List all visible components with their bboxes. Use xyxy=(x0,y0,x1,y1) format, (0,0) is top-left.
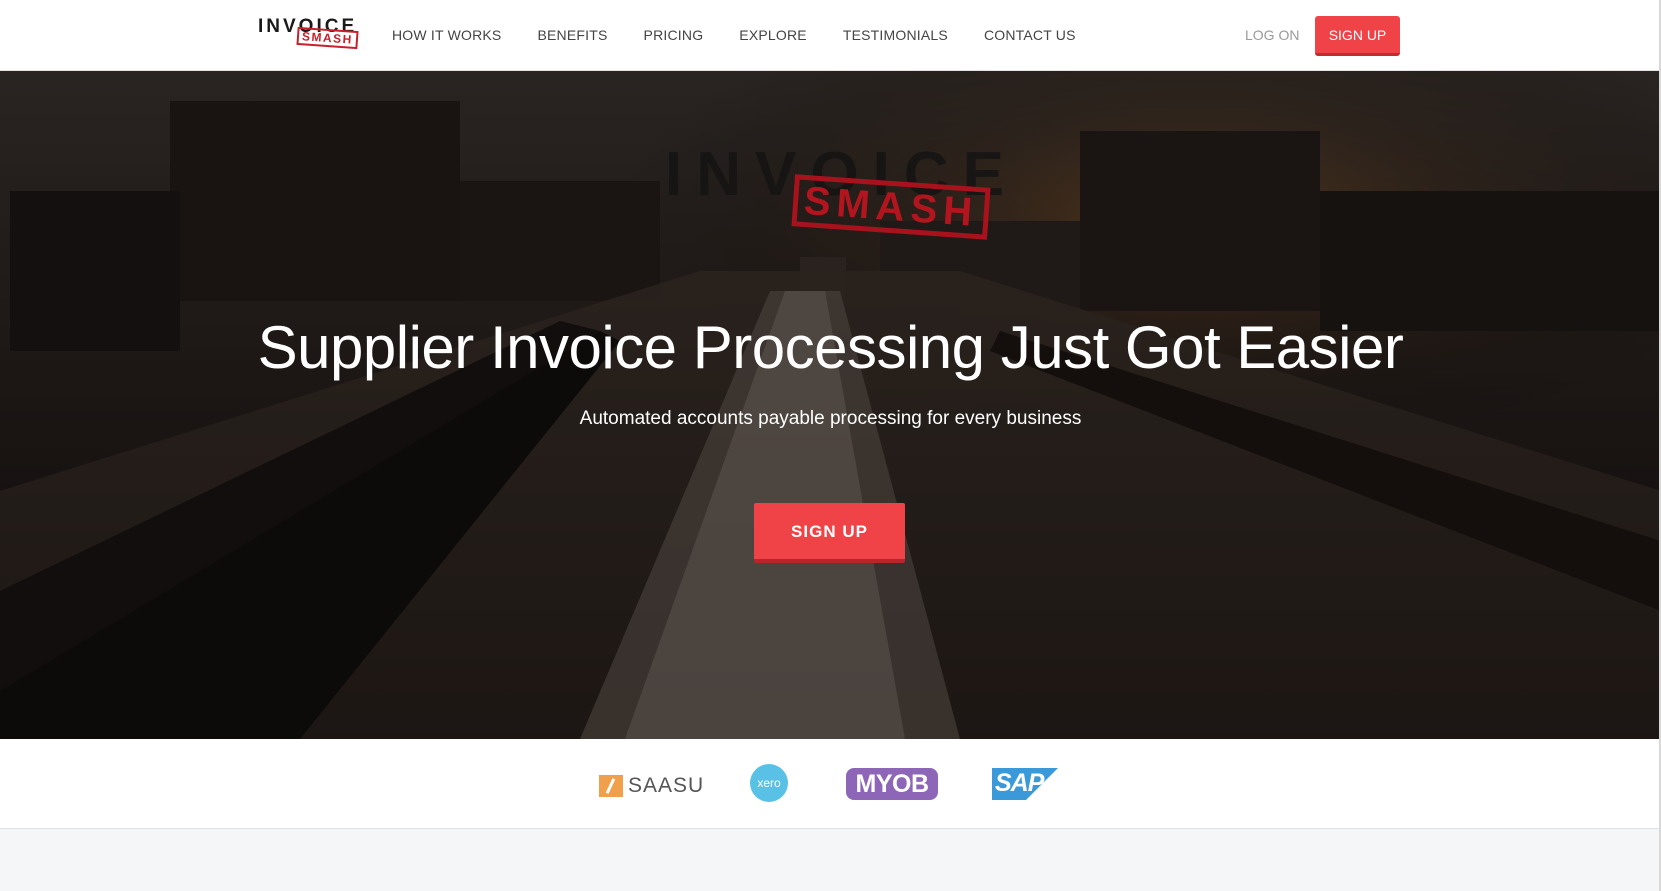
nav-pricing[interactable]: PRICING xyxy=(644,27,704,43)
xero-logo: xero xyxy=(750,764,790,804)
invoice-smash-logo[interactable]: INVOICE SMASH xyxy=(258,16,362,50)
logo-stamp: SMASH xyxy=(296,26,359,50)
nav-explore[interactable]: EXPLORE xyxy=(739,27,807,43)
hero-subtitle: Automated accounts payable processing fo… xyxy=(579,408,1082,429)
nav-how-it-works[interactable]: HOW IT WORKS xyxy=(392,27,501,43)
hero-logo: INVOICE SMASH xyxy=(665,139,1004,249)
xero-wordmark: xero xyxy=(750,764,788,802)
header-sign-up-button[interactable]: SIGN UP xyxy=(1315,16,1400,56)
partner-logos-bar: SAASU xero MYOB SAP xyxy=(0,739,1661,829)
site-header: INVOICE SMASH HOW IT WORKS BENEFITS PRIC… xyxy=(0,0,1661,71)
sap-logo: SAP xyxy=(992,764,1058,804)
nav-testimonials[interactable]: TESTIMONIALS xyxy=(843,27,948,43)
saasu-wordmark: SAASU xyxy=(628,774,705,797)
main-nav: HOW IT WORKS BENEFITS PRICING EXPLORE TE… xyxy=(392,27,1112,43)
nav-contact-us[interactable]: CONTACT US xyxy=(984,27,1076,43)
saasu-icon xyxy=(599,775,623,797)
myob-wordmark: MYOB xyxy=(846,768,938,800)
sap-wordmark: SAP xyxy=(995,769,1044,797)
hero-sign-up-button[interactable]: SIGN UP xyxy=(754,503,905,563)
hero-title: Supplier Invoice Processing Just Got Eas… xyxy=(257,314,1404,381)
nav-benefits[interactable]: BENEFITS xyxy=(537,27,607,43)
next-section xyxy=(0,830,1661,891)
hero-section: INVOICE SMASH Supplier Invoice Processin… xyxy=(0,71,1661,739)
log-on-link[interactable]: LOG ON xyxy=(1245,27,1299,43)
saasu-logo: SAASU xyxy=(599,764,703,804)
myob-logo: MYOB xyxy=(846,764,938,804)
